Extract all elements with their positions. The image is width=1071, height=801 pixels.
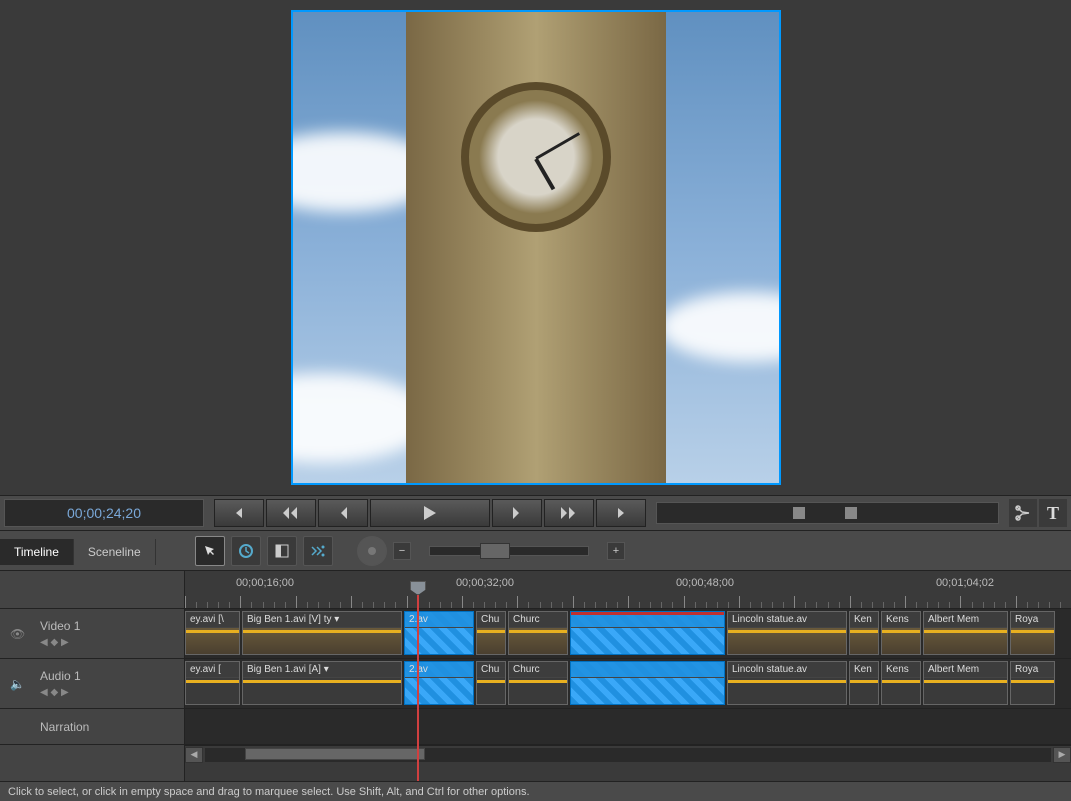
clip-label: Big Ben 1.avi [A] ▾	[243, 662, 401, 678]
track-header-video1[interactable]: 👁 Video 1 ◀ ◆ ▶	[0, 609, 184, 659]
clip[interactable]: Lincoln statue.av	[727, 611, 847, 655]
scroll-left-button[interactable]: ◀	[185, 747, 203, 763]
tab-timeline[interactable]: Timeline	[0, 539, 74, 565]
clip-label: Albert Mem	[924, 662, 1007, 678]
clip-label: Lincoln statue.av	[728, 662, 846, 678]
set-out-point-button[interactable]	[596, 499, 646, 527]
clip-label: Churc	[509, 612, 567, 628]
selection-tool-button[interactable]	[195, 536, 225, 566]
clip[interactable]: Big Ben 1.avi [V] ty ▾	[242, 611, 402, 655]
smart-trim-button[interactable]	[303, 536, 333, 566]
speaker-icon[interactable]: 🔈	[10, 677, 25, 691]
clip-label: 2.av	[405, 612, 473, 628]
clip-label: 2.av	[405, 662, 473, 678]
step-back-button[interactable]	[318, 499, 368, 527]
track-label: Video 1	[40, 619, 184, 633]
audio-track-1[interactable]: ey.avi [Big Ben 1.avi [A] ▾2.avChuChurc L…	[185, 659, 1071, 709]
set-in-point-button[interactable]	[214, 499, 264, 527]
split-clip-button[interactable]	[1009, 499, 1037, 527]
clip[interactable]	[570, 611, 725, 655]
clip-label: Big Ben 1.avi [V] ty ▾	[243, 612, 401, 628]
add-text-button[interactable]: T	[1039, 499, 1067, 527]
properties-button[interactable]	[267, 536, 297, 566]
status-text: Click to select, or click in empty space…	[8, 786, 530, 798]
clip-label: Ken	[850, 612, 878, 628]
clip-label: Lincoln statue.av	[728, 612, 846, 628]
ruler-label: 00;00;16;00	[236, 577, 294, 589]
preview-monitor[interactable]	[291, 10, 781, 485]
clip[interactable]: Chu	[476, 611, 506, 655]
clip[interactable]: Lincoln statue.av	[727, 661, 847, 705]
track-label: Audio 1	[40, 669, 184, 683]
clip[interactable]: 2.av	[404, 661, 474, 705]
time-ruler[interactable]: 00;00;16;00 00;00;32;00 00;00;48;00 00;0…	[185, 571, 1071, 609]
track-header-audio1[interactable]: 🔈 Audio 1 ◀ ◆ ▶	[0, 659, 184, 709]
narration-track[interactable]	[185, 709, 1071, 745]
keyframe-nav[interactable]: ◀ ◆ ▶	[40, 637, 184, 648]
clip-label: Ken	[850, 662, 878, 678]
preview-area	[0, 0, 1071, 495]
clip-label: Albert Mem	[924, 612, 1007, 628]
ruler-label: 00;00;48;00	[676, 577, 734, 589]
tab-sceneline[interactable]: Sceneline	[74, 539, 156, 565]
clip-label: ey.avi [\	[186, 612, 239, 628]
timeline-toolbar: Timeline Sceneline − +	[0, 531, 1071, 571]
ruler-label: 00;01;04;02	[936, 577, 994, 589]
current-time-display[interactable]: 00;00;24;20	[4, 499, 204, 527]
shuttle-control[interactable]	[656, 502, 999, 524]
clip[interactable]: Albert Mem	[923, 661, 1008, 705]
clip-label: Roya	[1011, 662, 1054, 678]
eye-icon[interactable]: 👁	[10, 627, 25, 641]
zoom-slider[interactable]	[429, 546, 589, 556]
clip-label: Kens	[882, 662, 920, 678]
status-bar: Click to select, or click in empty space…	[0, 781, 1071, 801]
clip[interactable]: 2.av	[404, 611, 474, 655]
zoom-in-button[interactable]: +	[607, 542, 625, 560]
clip[interactable]: Churc	[508, 611, 568, 655]
fast-forward-button[interactable]	[544, 499, 594, 527]
playhead[interactable]	[417, 595, 419, 781]
clip[interactable]	[570, 661, 725, 705]
play-button[interactable]	[370, 499, 490, 527]
clip[interactable]: Ken	[849, 611, 879, 655]
rewind-button[interactable]	[266, 499, 316, 527]
timeline-content[interactable]: 00;00;16;00 00;00;32;00 00;00;48;00 00;0…	[185, 571, 1071, 781]
clip[interactable]: Albert Mem	[923, 611, 1008, 655]
clip[interactable]: Kens	[881, 611, 921, 655]
clip[interactable]: Churc	[508, 661, 568, 705]
marker-button[interactable]	[357, 536, 387, 566]
clip[interactable]: Big Ben 1.avi [A] ▾	[242, 661, 402, 705]
clip-label: Chu	[477, 612, 505, 628]
clip-label: Chu	[477, 662, 505, 678]
ruler-label: 00;00;32;00	[456, 577, 514, 589]
horizontal-scrollbar[interactable]: ◀ ▶	[185, 745, 1071, 763]
clip[interactable]: Kens	[881, 661, 921, 705]
scroll-right-button[interactable]: ▶	[1053, 747, 1071, 763]
clip[interactable]: Chu	[476, 661, 506, 705]
clip-label: Churc	[509, 662, 567, 678]
clip[interactable]: Ken	[849, 661, 879, 705]
clip[interactable]: ey.avi [	[185, 661, 240, 705]
clip-label: ey.avi [	[186, 662, 239, 678]
clip[interactable]: ey.avi [\	[185, 611, 240, 655]
track-header-narration[interactable]: Narration	[0, 709, 184, 745]
zoom-out-button[interactable]: −	[393, 542, 411, 560]
clip[interactable]: Roya	[1010, 611, 1055, 655]
transport-bar: 00;00;24;20 T	[0, 495, 1071, 531]
track-label: Narration	[40, 720, 184, 734]
keyframe-nav[interactable]: ◀ ◆ ▶	[40, 687, 184, 698]
clip-label: Roya	[1011, 612, 1054, 628]
clip-label: Kens	[882, 612, 920, 628]
step-forward-button[interactable]	[492, 499, 542, 527]
video-track-1[interactable]: ey.avi [\Big Ben 1.avi [V] ty ▾2.avChuCh…	[185, 609, 1071, 659]
clip[interactable]: Roya	[1010, 661, 1055, 705]
time-stretch-button[interactable]	[231, 536, 261, 566]
track-headers: 👁 Video 1 ◀ ◆ ▶ 🔈 Audio 1 ◀ ◆ ▶ Narratio…	[0, 571, 185, 781]
clip-label	[571, 662, 724, 678]
timeline-panel: 👁 Video 1 ◀ ◆ ▶ 🔈 Audio 1 ◀ ◆ ▶ Narratio…	[0, 571, 1071, 781]
